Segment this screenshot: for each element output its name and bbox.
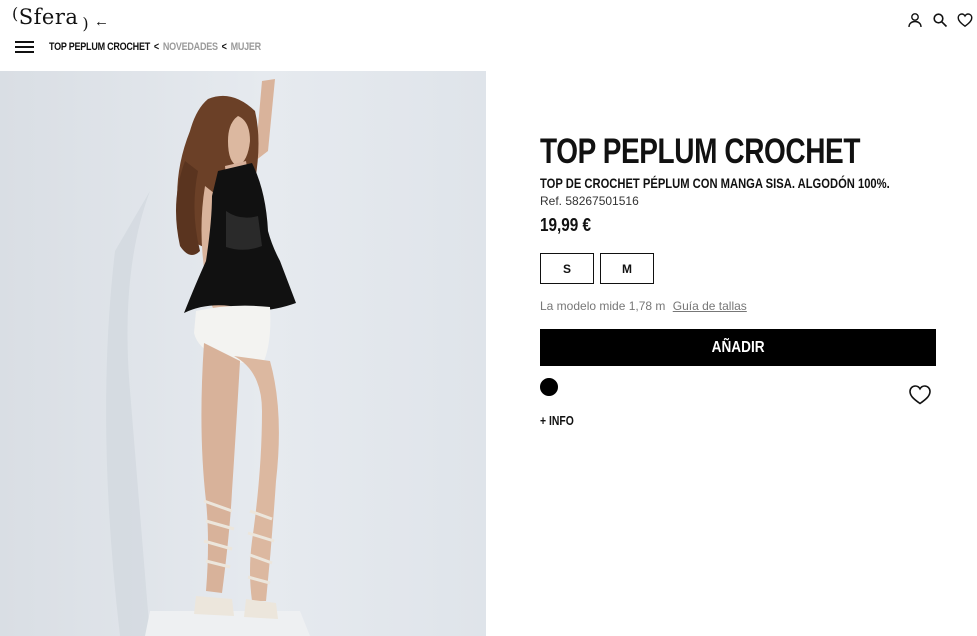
model-illustration — [0, 71, 486, 636]
product-description: TOP DE CROCHET PÉPLUM CON MANGA SISA. AL… — [540, 175, 890, 191]
product-ref: Ref. 58267501516 — [540, 194, 639, 208]
size-guide-link[interactable]: Guía de tallas — [673, 299, 747, 313]
breadcrumb-separator: < — [153, 41, 159, 53]
back-arrow-icon[interactable]: ← — [94, 14, 109, 29]
add-to-cart-label: AÑADIR — [711, 338, 765, 356]
logo-text: Sfera — [18, 5, 79, 29]
breadcrumb-mujer[interactable]: MUJER — [231, 41, 262, 53]
breadcrumb: TOP PEPLUM CROCHET < NOVEDADES < MUJER — [49, 41, 261, 53]
more-info-link[interactable]: + INFO — [540, 413, 574, 428]
site-header: ( Sfera ) ← TOP PEPLUM CROCHET < NOVEDAD… — [0, 0, 977, 71]
breadcrumb-separator: < — [221, 41, 227, 53]
model-height-note: La modelo mide 1,78 m Guía de tallas — [540, 299, 747, 313]
product-photo[interactable] — [0, 71, 486, 636]
size-option-s[interactable]: S — [540, 253, 594, 284]
size-option-m[interactable]: M — [600, 253, 654, 284]
breadcrumb-current: TOP PEPLUM CROCHET — [49, 41, 150, 53]
heart-icon[interactable] — [957, 12, 973, 28]
search-icon[interactable] — [932, 12, 948, 28]
user-icon[interactable] — [907, 12, 923, 28]
product-price: 19,99 € — [540, 215, 592, 235]
model-height-text: La modelo mide 1,78 m — [540, 299, 666, 313]
color-swatch-black[interactable] — [540, 378, 558, 396]
size-selector: S M — [540, 253, 654, 284]
product-title: TOP PEPLUM CROCHET — [540, 132, 861, 171]
wishlist-heart-icon[interactable] — [908, 383, 932, 405]
header-icons — [907, 12, 973, 28]
logo-paren-close: ) — [82, 14, 90, 33]
logo-paren-open: ( — [12, 4, 19, 23]
breadcrumb-novedades[interactable]: NOVEDADES — [163, 41, 218, 53]
sfera-logo[interactable]: ( Sfera ) — [12, 4, 90, 33]
add-to-cart-button[interactable]: AÑADIR — [540, 329, 936, 366]
menu-icon[interactable] — [15, 41, 34, 53]
